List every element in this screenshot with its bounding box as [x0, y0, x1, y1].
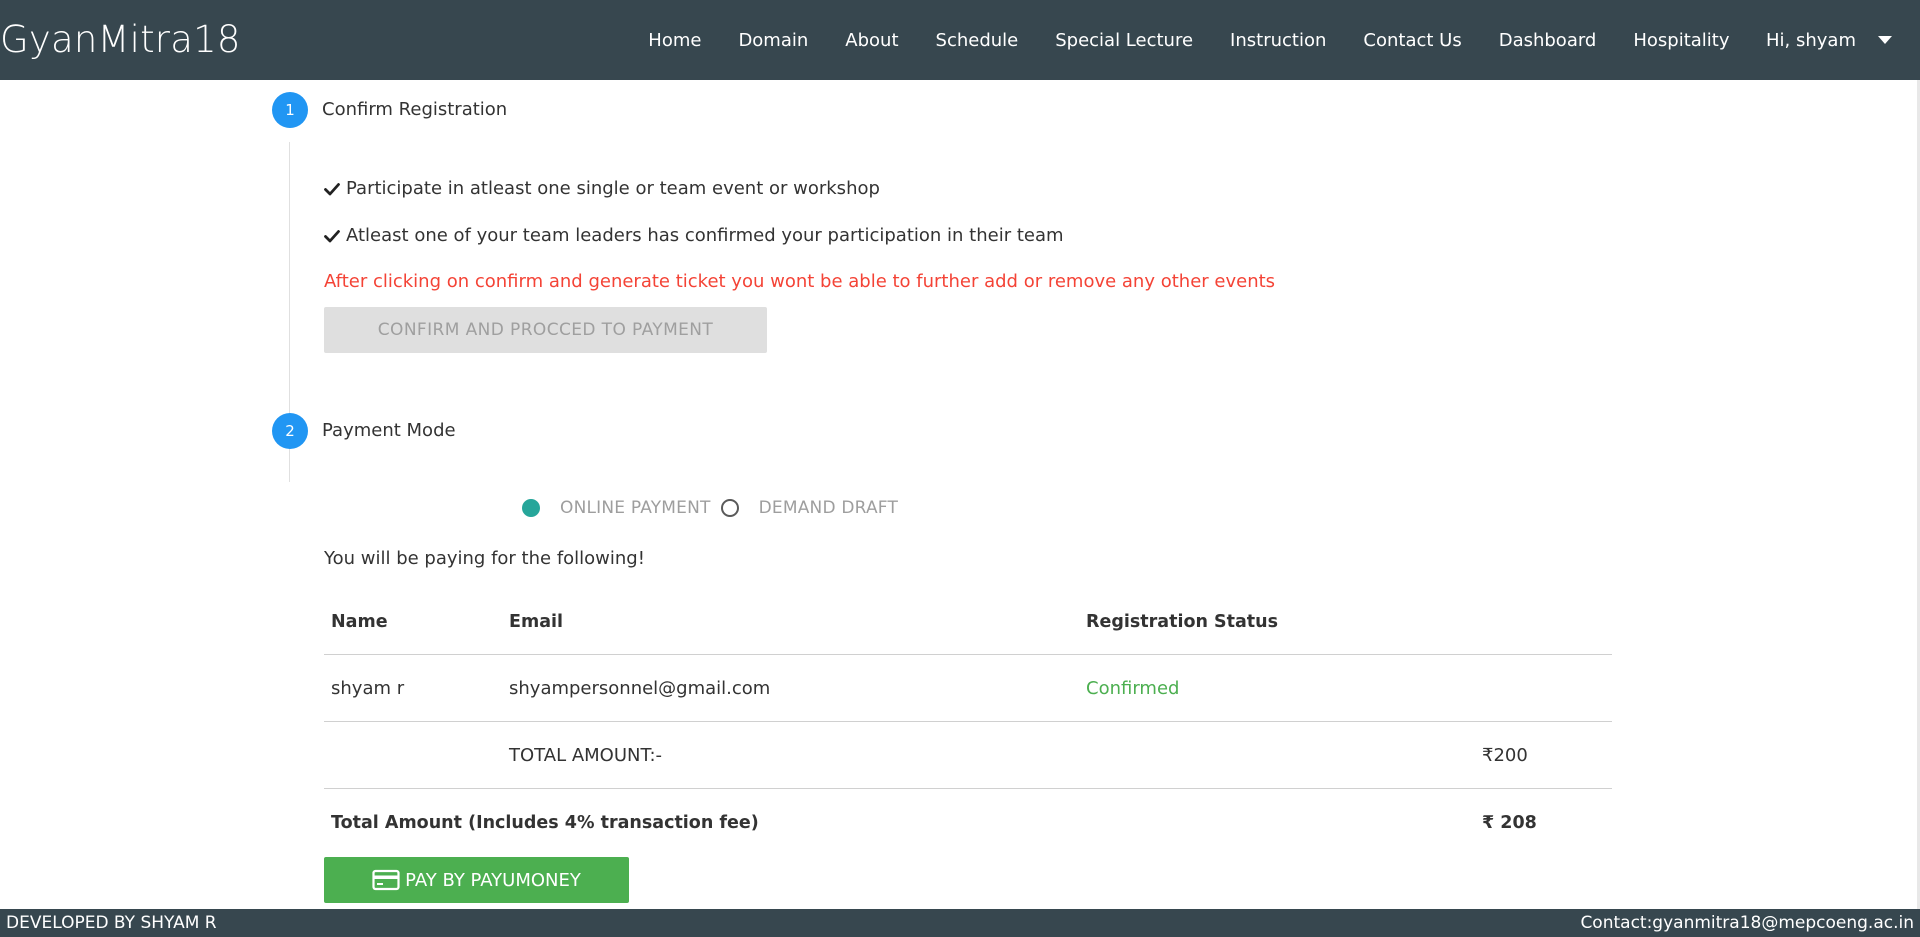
- nav-contact-us[interactable]: Contact Us: [1345, 30, 1480, 51]
- confirm-warning: After clicking on confirm and generate t…: [324, 271, 1276, 292]
- requirement-text: Atleast one of your team leaders has con…: [346, 225, 1064, 246]
- payment-table: Name Email Registration Status shyam r s…: [324, 588, 1612, 856]
- chevron-down-icon: [1878, 36, 1892, 44]
- radio-demand-draft[interactable]: DEMAND DRAFT: [720, 498, 899, 518]
- nav-schedule[interactable]: Schedule: [917, 30, 1037, 51]
- header-status: Registration Status: [1086, 611, 1279, 632]
- grand-total-label: Total Amount (Includes 4% transaction fe…: [331, 812, 759, 833]
- check-icon: [324, 182, 340, 195]
- step-2-circle: 2: [272, 413, 308, 449]
- radio-online-payment[interactable]: ONLINE PAYMENT: [522, 498, 711, 518]
- radio-dd-label: DEMAND DRAFT: [758, 498, 899, 518]
- nav-special-lecture[interactable]: Special Lecture: [1037, 30, 1212, 51]
- table-total-row: TOTAL AMOUNT:- ₹200: [324, 722, 1612, 789]
- pay-button-label: PAY BY PAYUMONEY: [405, 869, 581, 891]
- user-greeting: Hi, shyam: [1766, 29, 1856, 51]
- nav-instruction[interactable]: Instruction: [1212, 30, 1345, 51]
- table-header-row: Name Email Registration Status: [324, 588, 1612, 655]
- payment-mode-group: ONLINE PAYMENT DEMAND DRAFT: [522, 498, 908, 518]
- header-email: Email: [509, 611, 563, 632]
- total-value: ₹200: [1482, 745, 1528, 766]
- radio-online-label: ONLINE PAYMENT: [560, 498, 711, 518]
- footer-developer: DEVELOPED BY SHYAM R: [6, 913, 217, 933]
- nav-hospitality[interactable]: Hospitality: [1615, 30, 1748, 51]
- credit-card-icon: [372, 869, 400, 891]
- step-1-title: Confirm Registration: [322, 99, 508, 120]
- table-grand-total-row: Total Amount (Includes 4% transaction fe…: [324, 789, 1612, 856]
- cell-name: shyam r: [331, 678, 405, 699]
- nav-links: Home Domain About Schedule Special Lectu…: [630, 0, 1892, 80]
- step-1-circle: 1: [272, 92, 308, 128]
- nav-domain[interactable]: Domain: [720, 30, 827, 51]
- confirm-payment-button[interactable]: CONFIRM AND PROCCED TO PAYMENT: [324, 307, 767, 353]
- pay-by-payumoney-button[interactable]: PAY BY PAYUMONEY: [324, 857, 629, 903]
- top-navbar: GyanMitra18 Home Domain About Schedule S…: [0, 0, 1920, 80]
- paying-for-text: You will be paying for the following!: [324, 548, 645, 569]
- brand-logo[interactable]: GyanMitra18: [0, 18, 241, 61]
- check-icon: [324, 229, 340, 242]
- requirement-text: Participate in atleast one single or tea…: [346, 178, 880, 199]
- step-2-title: Payment Mode: [322, 420, 456, 441]
- header-name: Name: [331, 611, 388, 632]
- cell-status: Confirmed: [1086, 678, 1180, 699]
- footer-contact[interactable]: Contact:gyanmitra18@mepcoeng.ac.in: [1580, 913, 1914, 933]
- nav-about[interactable]: About: [827, 30, 917, 51]
- radio-unchecked-icon: [720, 499, 739, 517]
- requirement-item: Participate in atleast one single or tea…: [324, 178, 880, 199]
- radio-checked-icon: [522, 499, 540, 517]
- user-menu[interactable]: Hi, shyam: [1748, 30, 1892, 51]
- nav-home[interactable]: Home: [630, 30, 720, 51]
- requirement-item: Atleast one of your team leaders has con…: [324, 225, 1064, 246]
- nav-dashboard[interactable]: Dashboard: [1480, 30, 1615, 51]
- footer: DEVELOPED BY SHYAM R Contact:gyanmitra18…: [0, 909, 1920, 937]
- total-label: TOTAL AMOUNT:-: [509, 745, 663, 766]
- grand-total-value: ₹ 208: [1482, 812, 1537, 833]
- cell-email: shyampersonnel@gmail.com: [509, 678, 771, 699]
- table-row: shyam r shyampersonnel@gmail.com Confirm…: [324, 655, 1612, 722]
